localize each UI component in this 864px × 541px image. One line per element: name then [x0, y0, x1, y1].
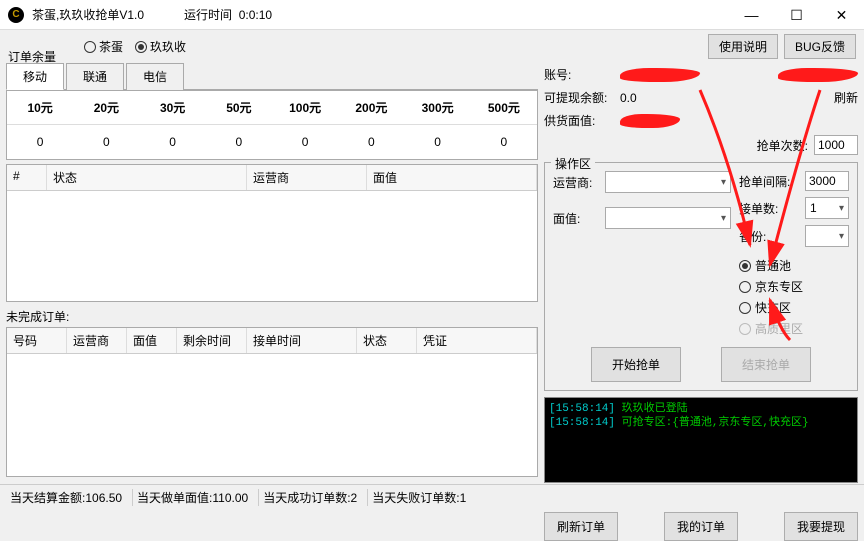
mode-chadan[interactable]: 茶蛋 — [84, 38, 123, 55]
denom-header: 10元 — [7, 91, 73, 124]
pool-normal[interactable]: 普通池 — [739, 257, 849, 274]
radio-icon — [135, 41, 147, 53]
denom-header: 300元 — [405, 91, 471, 124]
radio-icon — [739, 302, 751, 314]
denom-header: 100元 — [272, 91, 338, 124]
refresh-orders-button[interactable]: 刷新订单 — [544, 512, 618, 541]
pool-radios: 普通池 京东专区 快充区 高质里区 — [739, 257, 849, 337]
op-face-label: 面值: — [553, 210, 601, 227]
order-balance-label: 订单余量 — [8, 48, 56, 65]
queue-grid: # 状态 运营商 面值 — [6, 164, 538, 302]
col-face: 面值 — [127, 328, 177, 353]
tab-telecom[interactable]: 电信 — [126, 63, 184, 90]
province-select[interactable] — [805, 225, 849, 247]
denom-count: 0 — [206, 125, 272, 159]
denom-header: 30元 — [140, 91, 206, 124]
pool-jd[interactable]: 京东专区 — [739, 278, 849, 295]
unfinished-body[interactable] — [7, 354, 537, 477]
denom-header: 50元 — [206, 91, 272, 124]
queue-body[interactable] — [7, 191, 537, 302]
col-status2: 状态 — [357, 328, 417, 353]
col-carrier: 运营商 — [67, 328, 127, 353]
col-remain: 剩余时间 — [177, 328, 247, 353]
account-label: 账号: — [544, 66, 614, 83]
app-title: 茶蛋,玖玖收抢单V1.0 — [32, 6, 144, 23]
operation-legend: 操作区 — [551, 155, 595, 172]
mode-radio-group: 茶蛋 玖玖收 — [84, 38, 186, 55]
window-minimize[interactable]: — — [729, 0, 774, 30]
titlebar: 茶蛋,玖玖收抢单V1.0 运行时间 0:0:10 — ☐ ✕ — [0, 0, 864, 30]
col-proof: 凭证 — [417, 328, 537, 353]
denom-count: 0 — [140, 125, 206, 159]
unfinished-label: 未完成订单: — [6, 306, 538, 327]
grab-count-input[interactable] — [814, 135, 858, 155]
manual-button[interactable]: 使用说明 — [708, 34, 778, 59]
withdraw-value: 0.0 — [620, 91, 828, 105]
province-label: 省份: — [739, 228, 766, 245]
col-status: 状态 — [47, 165, 247, 190]
unfinished-grid: 号码 运营商 面值 剩余时间 接单时间 状态 凭证 — [6, 327, 538, 477]
window-maximize[interactable]: ☐ — [774, 0, 819, 30]
radio-icon — [739, 281, 751, 293]
col-face: 面值 — [367, 165, 537, 190]
start-grab-button[interactable]: 开始抢单 — [591, 347, 681, 382]
pool-hq: 高质里区 — [739, 320, 849, 337]
window-close[interactable]: ✕ — [819, 0, 864, 30]
runtime: 运行时间 0:0:10 — [184, 6, 272, 23]
denom-table: 10元 20元 30元 50元 100元 200元 300元 500元 0 0 … — [6, 90, 538, 160]
denom-count: 0 — [405, 125, 471, 159]
interval-label: 抢单间隔: — [739, 173, 790, 190]
op-carrier-label: 运营商: — [553, 174, 601, 191]
redacted — [778, 68, 858, 82]
radio-icon — [739, 260, 751, 272]
status-fail: 当天失败订单数:1 — [368, 489, 476, 506]
col-carrier: 运营商 — [247, 165, 367, 190]
denom-count: 0 — [73, 125, 139, 159]
status-succ: 当天成功订单数:2 — [259, 489, 368, 506]
pool-fast[interactable]: 快充区 — [739, 299, 849, 316]
carrier-tabs: 移动 联通 电信 — [6, 63, 538, 90]
my-orders-button[interactable]: 我的订单 — [664, 512, 738, 541]
feedback-button[interactable]: BUG反馈 — [784, 34, 856, 59]
stop-grab-button: 结束抢单 — [721, 347, 811, 382]
denom-count: 0 — [338, 125, 404, 159]
col-phone: 号码 — [7, 328, 67, 353]
denom-header: 20元 — [73, 91, 139, 124]
denom-header: 200元 — [338, 91, 404, 124]
tab-unicom[interactable]: 联通 — [66, 63, 124, 90]
status-settle: 当天结算金额:106.50 — [6, 489, 133, 506]
status-made: 当天做单面值:110.00 — [133, 489, 259, 506]
col-num: # — [7, 165, 47, 190]
top-row: 订单余量 茶蛋 玖玖收 使用说明 BUG反馈 — [0, 30, 864, 63]
accept-label: 接单数: — [739, 200, 778, 217]
withdraw-label: 可提现余额: — [544, 89, 614, 106]
accept-select[interactable]: 1 — [805, 197, 849, 219]
log-console[interactable]: [15:58:14] 玖玖收已登陆 [15:58:14] 可抢专区:{普通池,京… — [544, 397, 858, 483]
col-accept: 接单时间 — [247, 328, 357, 353]
denom-count: 0 — [471, 125, 537, 159]
denom-count: 0 — [272, 125, 338, 159]
mode-jiujiu[interactable]: 玖玖收 — [135, 38, 186, 55]
op-face-select[interactable] — [605, 207, 731, 229]
interval-input[interactable] — [805, 171, 849, 191]
statusbar: 当天结算金额:106.50 当天做单面值:110.00 当天成功订单数:2 当天… — [0, 484, 864, 510]
refresh-link[interactable]: 刷新 — [834, 89, 858, 106]
tab-mobile[interactable]: 移动 — [6, 63, 64, 90]
operation-area: 操作区 运营商: 面值: 抢单间隔: — [544, 162, 858, 391]
redacted — [620, 114, 680, 128]
radio-icon — [84, 41, 96, 53]
denom-count: 0 — [7, 125, 73, 159]
grab-count-label: 抢单次数: — [757, 137, 808, 154]
withdraw-button[interactable]: 我要提现 — [784, 512, 858, 541]
app-icon — [8, 7, 24, 23]
redacted — [620, 68, 700, 82]
denom-header: 500元 — [471, 91, 537, 124]
radio-icon — [739, 323, 751, 335]
op-carrier-select[interactable] — [605, 171, 731, 193]
supply-label: 供货面值: — [544, 112, 614, 129]
